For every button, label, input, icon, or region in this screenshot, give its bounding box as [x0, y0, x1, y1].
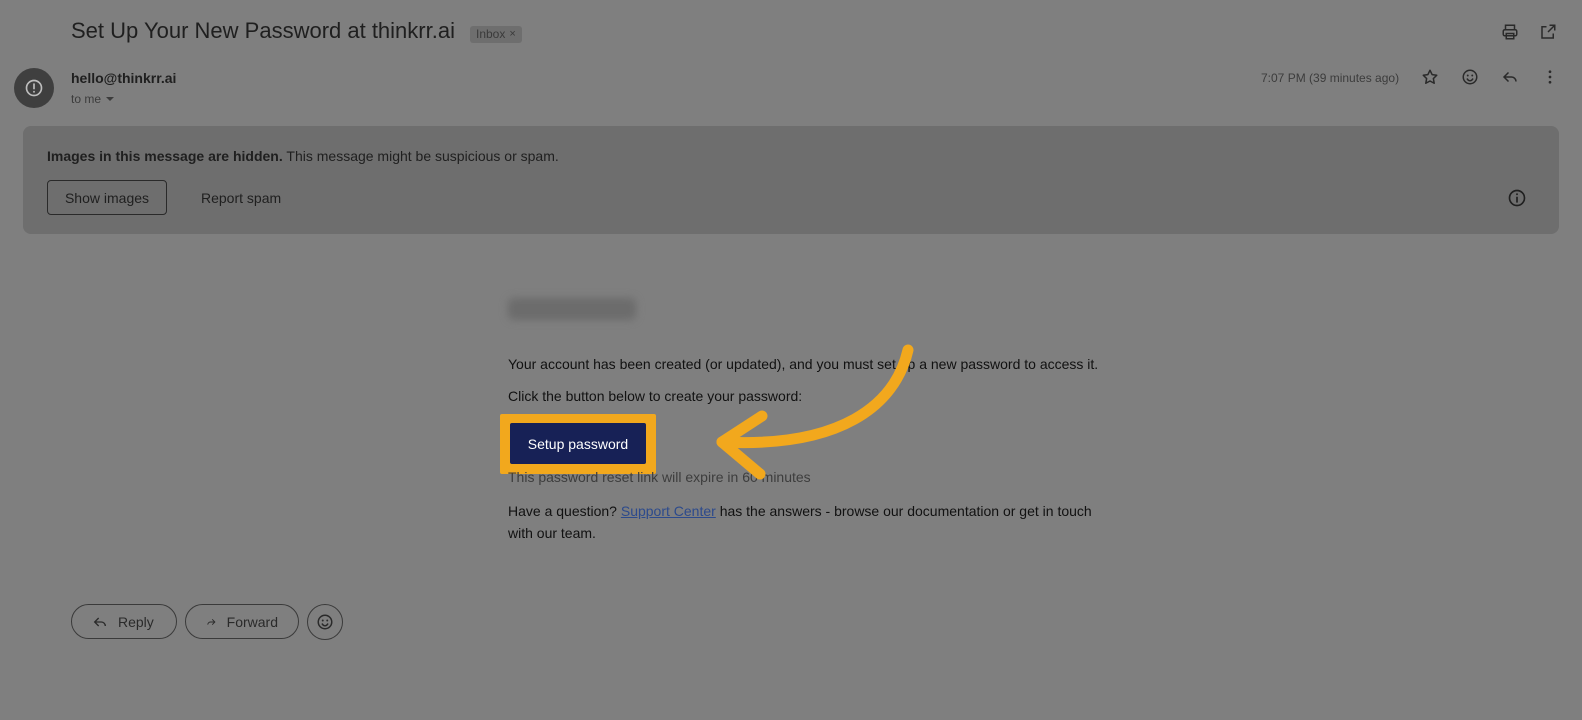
support-center-link[interactable]: Support Center [621, 503, 716, 519]
annotation-arrow-icon [716, 344, 914, 480]
email-subject: Set Up Your New Password at thinkrr.ai [71, 18, 455, 43]
recipient-details-toggle[interactable]: to me [71, 92, 115, 106]
emoji-icon[interactable] [1460, 67, 1480, 87]
forward-label: Forward [226, 613, 278, 630]
warning-bold-text: Images in this message are hidden. [47, 148, 283, 164]
sender-avatar [14, 68, 54, 108]
warning-rest-text: This message might be suspicious or spam… [282, 148, 559, 164]
blurred-logo-image [508, 298, 636, 320]
forward-button[interactable]: Forward [185, 604, 299, 639]
star-icon[interactable] [1420, 67, 1440, 87]
remove-label-icon[interactable]: × [509, 26, 515, 43]
question-prefix: Have a question? [508, 503, 621, 519]
recipient-text: to me [71, 92, 102, 106]
spam-warning-banner: Images in this message are hidden. This … [23, 126, 1559, 234]
setup-password-button[interactable]: Setup password [510, 423, 646, 464]
emoji-icon [317, 614, 333, 630]
warning-avatar-icon [25, 79, 43, 97]
subject-toolbar [1500, 22, 1558, 42]
reply-label: Reply [118, 613, 154, 630]
warning-message: Images in this message are hidden. This … [47, 148, 559, 164]
report-spam-button[interactable]: Report spam [201, 190, 281, 206]
chevron-down-icon [106, 97, 115, 101]
question-line: Have a question? Support Center has the … [508, 503, 1092, 519]
reply-button[interactable]: Reply [71, 604, 177, 639]
more-vert-icon[interactable] [1540, 67, 1560, 87]
print-icon[interactable] [1500, 22, 1520, 42]
reply-icon[interactable] [1500, 67, 1520, 87]
forward-icon [207, 618, 216, 625]
reply-icon [93, 617, 106, 626]
sender-address[interactable]: hello@thinkrr.ai [71, 70, 176, 86]
open-in-new-window-icon[interactable] [1538, 22, 1558, 42]
email-timestamp: 7:07 PM (39 minutes ago) [1261, 71, 1400, 85]
show-images-button[interactable]: Show images [47, 180, 167, 215]
inbox-label-chip[interactable]: Inbox × [470, 26, 522, 43]
question-line-2: with our team. [508, 525, 596, 541]
inbox-label-text: Inbox [476, 27, 506, 41]
react-emoji-button[interactable] [307, 604, 343, 640]
message-actions [1420, 67, 1560, 87]
info-icon[interactable] [1507, 188, 1527, 208]
question-suffix: has the answers - browse our documentati… [715, 503, 1092, 519]
